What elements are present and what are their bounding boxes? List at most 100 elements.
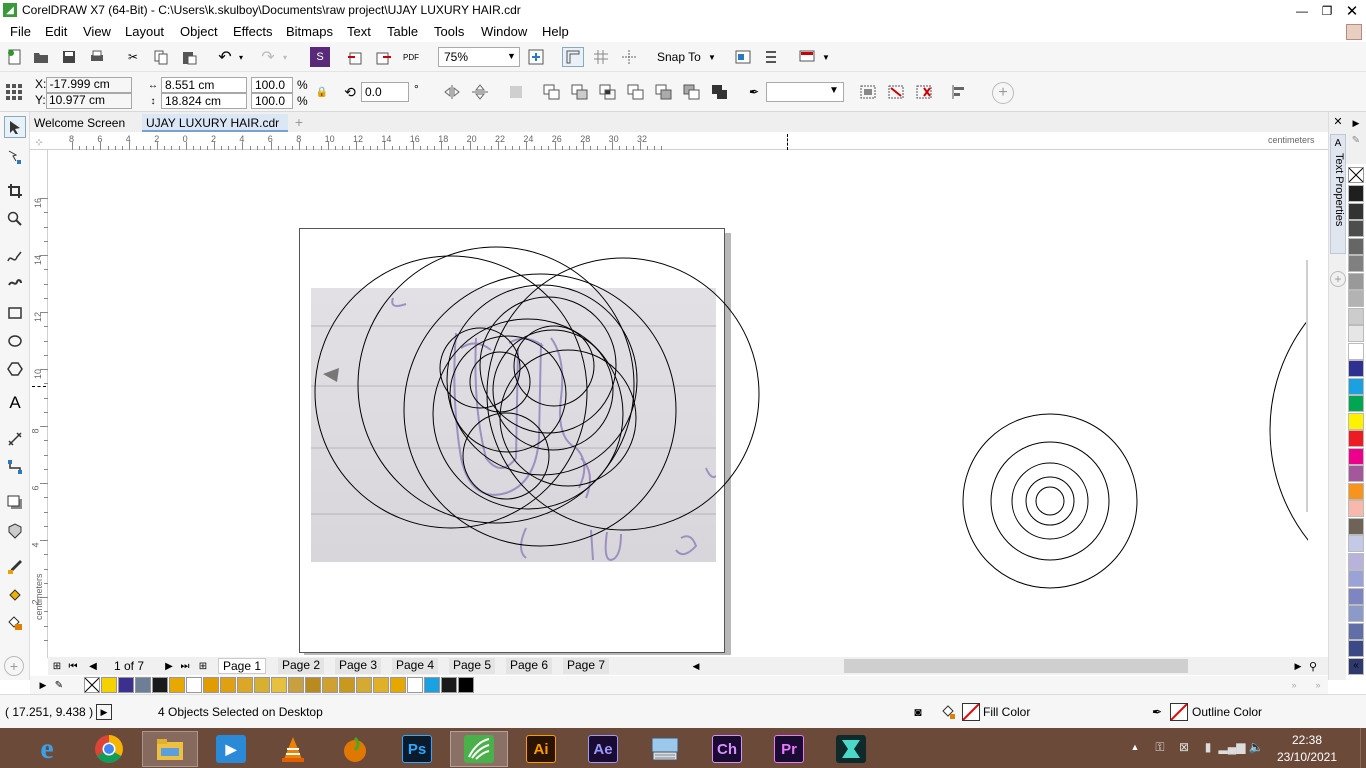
taskbar-coreldraw[interactable] [450,731,508,767]
freehand-tool-icon[interactable] [4,246,26,268]
taskbar-vlc[interactable] [270,731,316,767]
signal-tray-icon[interactable]: ▂▄▆ [1219,738,1246,756]
page-tab-4[interactable]: Page 4 [392,658,439,674]
menu-help[interactable]: Help [542,24,569,39]
search-content-icon[interactable]: S [310,47,330,67]
undo-dropdown-icon[interactable]: ▾ [236,48,246,66]
security-tray-icon[interactable]: ⚿ [1152,738,1168,756]
print-icon[interactable] [88,48,106,66]
page-tab-1[interactable]: Page 1 [218,658,267,674]
fill-none-swatch[interactable] [962,703,980,721]
docpal-swatch[interactable] [254,677,270,693]
vertical-ruler[interactable]: 16 14 12 10 8 6 4 2 centimeters [30,150,48,658]
docpal-swatch[interactable] [118,677,134,693]
docpal-menu-icon[interactable]: ▶ [38,678,48,692]
show-hidden-icons-icon[interactable]: ▲ [1128,740,1142,754]
outline-none-swatch[interactable] [1170,703,1188,721]
welcome-screen-icon[interactable] [798,48,816,66]
circle-shape[interactable] [492,329,614,451]
taskbar-after-effects[interactable]: Ae [580,731,626,767]
drop-shadow-tool-icon[interactable] [4,492,26,514]
welcome-chevron-icon[interactable]: ▼ [820,48,832,66]
taskbar-filmora[interactable] [828,731,874,767]
zoom-level-select[interactable]: 75% ▼ [438,47,520,67]
ruler-origin-icon[interactable]: ⊹ [34,137,44,147]
palette-scroll-right-icon[interactable]: ▶ [1350,118,1362,128]
palette-swatch[interactable] [1348,377,1364,395]
zoom-tool-icon[interactable] [4,208,26,230]
menu-tools[interactable]: Tools [434,24,464,39]
circle-shape[interactable] [1035,486,1065,516]
docpal-swatch[interactable] [220,677,236,693]
docpal-no-color-swatch[interactable] [84,677,100,693]
color-proof-icon[interactable]: ◙ [910,704,926,720]
application-launcher-icon[interactable] [762,48,780,66]
last-page-icon[interactable]: ⏭ [178,658,192,674]
docpal-swatch[interactable] [203,677,219,693]
palette-swatch[interactable] [1348,220,1364,237]
previous-page-icon[interactable]: ◀ [86,658,100,674]
drawing-canvas[interactable]: ▲ ▼ [48,150,1308,655]
parallel-dimension-tool-icon[interactable] [4,428,26,450]
add-docker-icon[interactable]: + [1330,271,1346,287]
show-grid-icon[interactable] [592,48,610,66]
text-tool-icon[interactable]: A [4,392,26,414]
palette-swatch[interactable] [1348,202,1364,220]
docpal-swatch[interactable] [322,677,338,693]
redo-icon[interactable]: ↷ [259,48,277,66]
snap-to-chevron-icon[interactable]: ▼ [706,48,718,66]
status-play-icon[interactable]: ▶ [96,704,112,720]
menu-file[interactable]: File [10,24,31,39]
clock-time[interactable]: 22:38 [1272,733,1342,747]
save-icon[interactable] [60,48,78,66]
palette-swatch[interactable] [1348,185,1364,202]
scroll-down-icon[interactable]: ▼ [1306,640,1308,652]
menu-effects[interactable]: Effects [233,24,273,39]
taskbar-chrome[interactable] [86,731,132,767]
palette-swatch[interactable] [1348,307,1364,325]
page-tab-5[interactable]: Page 5 [449,658,496,674]
circle-shape[interactable] [990,441,1110,561]
simplify-icon[interactable] [626,83,646,101]
taskbar-ie[interactable]: e [24,731,70,767]
user-account-icon[interactable] [1346,24,1362,40]
rotation-angle-field[interactable]: 0.0 [361,82,409,102]
first-page-icon[interactable]: ⏮ [66,658,80,674]
add-page-before-icon[interactable]: ⊞ [50,658,64,674]
page-tab-6[interactable]: Page 6 [506,658,553,674]
circle-shape[interactable] [446,284,638,476]
docpal-swatch[interactable] [186,677,202,693]
taskbar-character-animator[interactable]: Ch [704,731,750,767]
smart-fill-tool-icon[interactable] [4,612,26,634]
menu-edit[interactable]: Edit [45,24,67,39]
weld-icon[interactable] [542,83,562,101]
docpal-swatch[interactable] [271,677,287,693]
circle-shape[interactable] [513,325,595,407]
menu-table[interactable]: Table [387,24,418,39]
palette-swatch[interactable] [1348,587,1364,605]
import-icon[interactable] [346,48,364,66]
back-minus-front-icon[interactable] [682,83,702,101]
polygon-tool-icon[interactable] [4,358,26,380]
palette-swatch[interactable] [1348,465,1364,482]
palette-swatch[interactable] [1348,360,1364,377]
palette-swatch[interactable] [1348,517,1364,535]
taskbar-file-explorer[interactable] [142,731,198,767]
scroll-right-icon[interactable]: ▶ [1292,658,1304,674]
docpal-swatch[interactable] [424,677,440,693]
trim-icon[interactable] [570,83,590,101]
docpal-scroll-right-icon[interactable]: » [1312,678,1324,692]
shape-tool-icon[interactable] [4,146,26,168]
next-page-icon[interactable]: ▶ [162,658,176,674]
new-tab-icon[interactable]: + [290,114,308,130]
align-distribute-icon[interactable] [950,83,970,101]
mirror-horizontal-icon[interactable] [442,83,462,101]
menu-object[interactable]: Object [180,24,218,39]
show-rulers-icon[interactable] [562,47,584,67]
paste-icon[interactable] [180,48,198,66]
palette-swatch[interactable] [1348,570,1364,587]
front-minus-back-icon[interactable] [654,83,674,101]
scale-height-field[interactable]: 100.0 [251,93,293,109]
group-icon[interactable] [858,83,878,101]
interactive-fill-tool-icon[interactable] [4,584,26,606]
